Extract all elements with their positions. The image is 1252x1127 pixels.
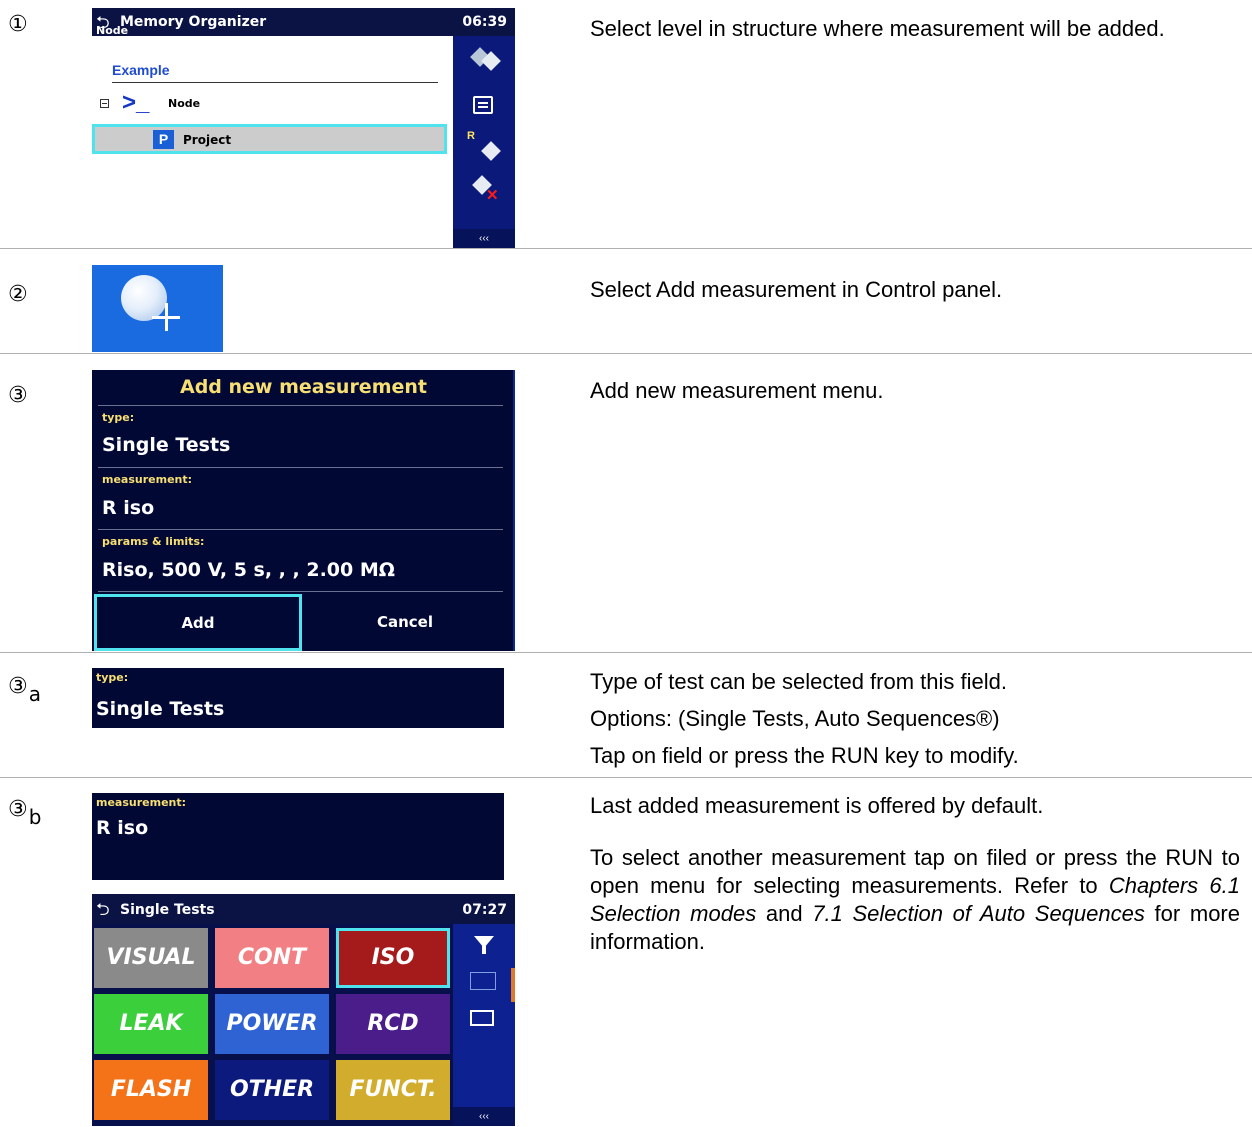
test-group-leak[interactable]: LEAK [94,994,208,1054]
clock: 07:27 [462,902,507,918]
step-2-description: Select Add measurement in Control panel. [590,277,1003,302]
back-arrow-icon[interactable]: ⮌ [96,897,110,926]
more-button[interactable]: ‹‹‹ [453,1107,515,1126]
more-button[interactable]: ‹‹‹ [453,229,515,248]
cancel-button[interactable]: Cancel [305,613,505,631]
list-icon [473,96,493,114]
step-2-marker: ② [8,282,28,307]
result-cube-button[interactable]: R [453,130,515,166]
row-divider [0,652,1252,653]
delete-button[interactable]: ✕ [453,172,515,208]
step-3-description: Add new measurement menu. [590,378,884,403]
step-3b-description: Last added measurement is offered by def… [590,793,1240,954]
control-panel: R ✕ ‹‹‹ [453,36,515,248]
params-value[interactable]: Riso, 500 V, 5 s, , , 2.00 MΩ [102,559,395,581]
selection-indicator [511,968,515,1002]
clock: 06:39 [453,8,515,36]
add-new-measurement-screen: Add new measurement type: Single Tests m… [92,370,515,651]
tree-item-project-selected[interactable]: P Project [92,124,447,154]
r-cube-icon [481,141,501,161]
row-divider [0,353,1252,354]
type-label: type: [96,671,129,684]
measurement-field[interactable]: measurement: R iso [92,793,504,880]
step-3a-marker: ③a [8,674,41,706]
test-group-iso[interactable]: ISO [336,928,450,988]
project-label: Project [183,133,232,147]
test-group-visual[interactable]: VISUAL [94,928,208,988]
add-measurement-icon [121,275,167,321]
screen-title: Memory Organizer [120,14,267,30]
title-bar: ⮌ Single Tests 07:27 [92,894,515,924]
screen-title: Add new measurement [180,376,427,398]
collapse-icon[interactable] [100,99,109,108]
add-measurement-button[interactable] [92,265,223,352]
add-button[interactable]: Add [94,594,302,651]
step-1-description: Select level in structure where measurem… [590,16,1165,41]
control-panel: ‹‹‹ [453,924,515,1126]
measurement-label: measurement: [96,796,187,809]
comment-button[interactable] [453,94,515,130]
screen-title: Single Tests [120,902,215,918]
measurement-label: measurement: [102,473,193,486]
swap-icon[interactable] [470,1010,494,1026]
title-bar: ⮌ Memory Organizer Node [92,8,453,37]
measurement-value[interactable]: R iso [102,497,154,519]
test-group-flash[interactable]: FLASH [94,1060,208,1120]
project-icon: P [153,130,174,149]
step-3-marker: ③ [8,383,28,408]
chapter-reference: 7.1 Selection of Auto Sequences [812,901,1145,926]
step-3b-marker: ③b [8,797,42,829]
memory-organizer-screen: ⮌ Memory Organizer Node 06:39 Example >_… [92,8,515,248]
test-group-rcd[interactable]: RCD [336,994,450,1054]
type-label: type: [102,411,135,424]
measurement-value: R iso [96,817,149,839]
r-label: R [467,130,475,142]
grid-view-icon[interactable] [470,972,496,990]
cube-button[interactable] [453,42,515,78]
test-group-power[interactable]: POWER [215,994,329,1054]
test-group-other[interactable]: OTHER [215,1060,329,1120]
row-divider [0,248,1252,249]
single-tests-screen: ⮌ Single Tests 07:27 VISUAL CONT ISO LEA… [92,894,515,1126]
test-group-funct[interactable]: FUNCT. [336,1060,450,1120]
tree-root-example[interactable]: Example [112,62,170,78]
node-icon: >_ [122,89,150,116]
step-1-marker: ① [8,12,28,37]
test-group-cont[interactable]: CONT [215,928,329,988]
divider [112,82,438,83]
step-3a-description: Type of test can be selected from this f… [590,669,1019,768]
row-divider [0,777,1252,778]
type-value[interactable]: Single Tests [102,434,230,456]
tree-item-node[interactable]: Node [168,97,200,110]
params-label: params & limits: [102,535,205,548]
type-value: Single Tests [96,698,225,720]
node-label: Node [96,24,129,37]
type-field[interactable]: type: Single Tests [92,668,504,728]
